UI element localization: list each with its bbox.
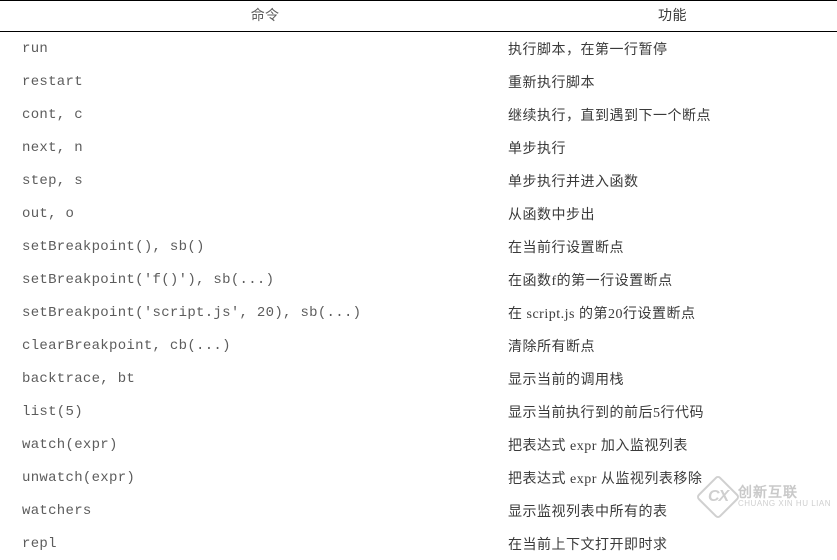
cmd-cell: cont, c [0,98,508,131]
table-row: watch(expr)把表达式 expr 加入监视列表 [0,428,837,461]
fn-cell: 单步执行并进入函数 [508,164,837,197]
table-row: setBreakpoint(), sb()在当前行设置断点 [0,230,837,263]
fn-cell: 继续执行，直到遇到下一个断点 [508,98,837,131]
table-row: restart重新执行脚本 [0,65,837,98]
cmd-cell: watch(expr) [0,428,508,461]
table-row: out, o从函数中步出 [0,197,837,230]
table-row: clearBreakpoint, cb(...)清除所有断点 [0,329,837,362]
cmd-cell: setBreakpoint(), sb() [0,230,508,263]
table-row: next, n单步执行 [0,131,837,164]
fn-cell: 执行脚本，在第一行暂停 [508,32,837,66]
fn-cell: 清除所有断点 [508,329,837,362]
cmd-cell: out, o [0,197,508,230]
fn-cell: 单步执行 [508,131,837,164]
fn-cell: 把表达式 expr 从监视列表移除 [508,461,837,494]
cmd-cell: repl [0,527,508,560]
table-row: list(5)显示当前执行到的前后5行代码 [0,395,837,428]
cmd-cell: setBreakpoint('f()'), sb(...) [0,263,508,296]
cmd-cell: step, s [0,164,508,197]
fn-cell: 在当前行设置断点 [508,230,837,263]
fn-cell: 显示当前执行到的前后5行代码 [508,395,837,428]
fn-cell: 显示监视列表中所有的表 [508,494,837,527]
command-table: 命令 功能 run执行脚本，在第一行暂停 restart重新执行脚本 cont,… [0,0,837,560]
table-row: backtrace, bt显示当前的调用栈 [0,362,837,395]
table-row: watchers显示监视列表中所有的表 [0,494,837,527]
table-row: run执行脚本，在第一行暂停 [0,32,837,66]
cmd-cell: next, n [0,131,508,164]
fn-cell: 在当前上下文打开即时求 [508,527,837,560]
table-row: setBreakpoint('script.js', 20), sb(...)在… [0,296,837,329]
cmd-cell: list(5) [0,395,508,428]
table-row: cont, c继续执行，直到遇到下一个断点 [0,98,837,131]
fn-cell: 从函数中步出 [508,197,837,230]
table-row: repl在当前上下文打开即时求 [0,527,837,560]
cmd-cell: setBreakpoint('script.js', 20), sb(...) [0,296,508,329]
header-command: 命令 [0,1,508,32]
table-row: step, s单步执行并进入函数 [0,164,837,197]
cmd-cell: clearBreakpoint, cb(...) [0,329,508,362]
fn-cell: 在函数f的第一行设置断点 [508,263,837,296]
cmd-cell: restart [0,65,508,98]
table-row: unwatch(expr)把表达式 expr 从监视列表移除 [0,461,837,494]
fn-cell: 显示当前的调用栈 [508,362,837,395]
fn-cell: 把表达式 expr 加入监视列表 [508,428,837,461]
cmd-cell: run [0,32,508,66]
table-row: setBreakpoint('f()'), sb(...)在函数f的第一行设置断… [0,263,837,296]
cmd-cell: backtrace, bt [0,362,508,395]
cmd-cell: unwatch(expr) [0,461,508,494]
table-header-row: 命令 功能 [0,1,837,32]
header-function: 功能 [508,1,837,32]
fn-cell: 在 script.js 的第20行设置断点 [508,296,837,329]
cmd-cell: watchers [0,494,508,527]
fn-cell: 重新执行脚本 [508,65,837,98]
